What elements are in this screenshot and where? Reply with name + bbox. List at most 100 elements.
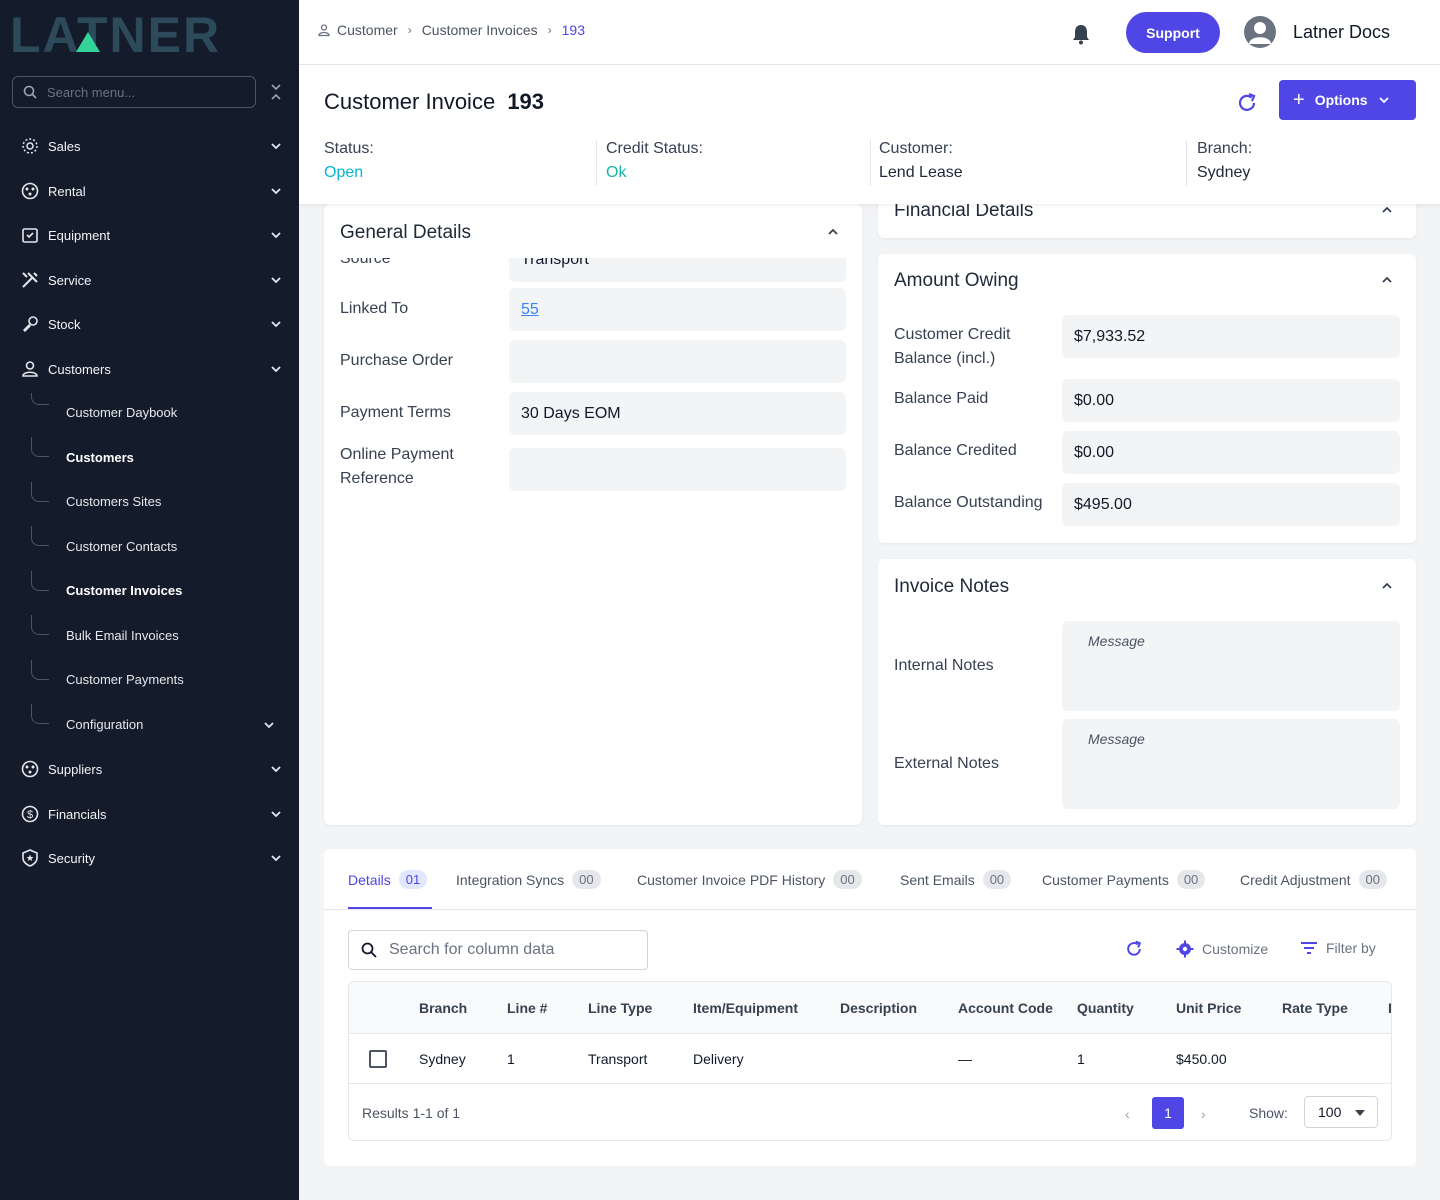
customer-value[interactable]: Lend Lease <box>879 164 963 182</box>
user-icon <box>318 24 330 37</box>
general-details-scroll[interactable]: Source Transport Linked To 55 Purchase O… <box>324 258 862 558</box>
tab-customer-invoice-pdf-history[interactable]: Customer Invoice PDF History 00 <box>637 870 862 889</box>
chevron-up-icon[interactable] <box>1380 579 1394 593</box>
column-header-branch[interactable]: Branch <box>419 1000 467 1016</box>
column-header-quantity[interactable]: Quantity <box>1077 1000 1134 1016</box>
column-header-account-code[interactable]: Account Code <box>958 1000 1053 1016</box>
chevron-left-icon[interactable]: ‹ <box>1125 1106 1130 1122</box>
sidebar-item-sales[interactable]: Sales <box>0 126 299 166</box>
chevron-right-icon[interactable]: › <box>1201 1106 1206 1122</box>
breadcrumb: Customer › Customer Invoices › 193 <box>317 22 585 38</box>
tab-label: Sent Emails <box>900 871 975 888</box>
tree-connector <box>31 437 49 457</box>
search-icon <box>23 85 37 99</box>
external-notes-field[interactable]: Message <box>1062 719 1400 809</box>
sidebar-item-equipment[interactable]: Equipment <box>0 215 299 255</box>
cell-item-equipment: Delivery <box>693 1051 744 1067</box>
support-button[interactable]: Support <box>1126 12 1220 53</box>
table-search-input[interactable]: Search for column data <box>348 930 648 970</box>
chevron-down-icon <box>271 811 281 818</box>
refresh-icon[interactable] <box>1124 939 1144 959</box>
page-number-button[interactable]: 1 <box>1152 1097 1184 1129</box>
user-name[interactable]: Latner Docs <box>1293 22 1390 43</box>
tree-connector <box>31 615 49 635</box>
column-header-line-number[interactable]: Line # <box>507 1000 547 1016</box>
general-details-card: General Details Source Transport Linked … <box>324 204 862 825</box>
customize-label: Customize <box>1202 941 1269 957</box>
sidebar-subitem-customers-sites[interactable]: Customers Sites <box>66 494 161 514</box>
sidebar-item-service[interactable]: Service <box>0 260 299 300</box>
chevron-up-icon[interactable] <box>1380 273 1394 287</box>
options-label: Options <box>1314 92 1368 108</box>
linked-to-link[interactable]: 55 <box>521 301 539 319</box>
sidebar-subitem-customers[interactable]: Customers <box>66 450 134 470</box>
sidebar-item-customers[interactable]: Customers <box>0 349 299 389</box>
filter-by-button[interactable]: Filter by <box>1300 940 1376 956</box>
sidebar-item-label: Stock <box>48 316 81 332</box>
purchase-order-field[interactable] <box>509 340 846 383</box>
collapse-sidebar-icon[interactable] <box>268 82 284 102</box>
column-header-rate-type[interactable]: Rate Type <box>1282 1000 1348 1016</box>
options-button[interactable]: + Options <box>1279 80 1416 120</box>
customize-button[interactable]: Customize <box>1176 940 1268 958</box>
balance-paid-field: $0.00 <box>1062 379 1400 422</box>
internal-notes-field[interactable]: Message <box>1062 621 1400 711</box>
page-title: Customer Invoice 193 <box>324 89 544 115</box>
column-header-overflow[interactable]: I <box>1388 1000 1391 1016</box>
tab-details[interactable]: Details 01 <box>348 870 428 889</box>
amount-owing-card: Amount Owing Customer Credit Balance (in… <box>878 254 1416 543</box>
linked-to-field[interactable]: 55 <box>509 288 846 331</box>
tab-customer-payments[interactable]: Customer Payments 00 <box>1042 870 1206 889</box>
source-field[interactable]: Transport <box>509 258 846 282</box>
sidebar-item-security[interactable]: Security <box>0 838 299 878</box>
stock-icon <box>20 314 40 334</box>
sidebar-item-financials[interactable]: $ Financials <box>0 794 299 834</box>
column-header-unit-price[interactable]: Unit Price <box>1176 1000 1241 1016</box>
invoice-notes-title: Invoice Notes <box>894 576 1010 597</box>
online-payment-reference-label: Online Payment Reference <box>340 443 454 491</box>
page-title-text: Customer Invoice <box>324 89 496 114</box>
sidebar-item-stock[interactable]: Stock <box>0 304 299 344</box>
branch-field: Branch: Sydney <box>1197 140 1252 182</box>
plus-icon: + <box>1293 88 1305 111</box>
sidebar-subitem-configuration[interactable]: Configuration <box>66 717 143 737</box>
tab-sent-emails[interactable]: Sent Emails 00 <box>900 870 1012 889</box>
tabs-divider <box>324 909 1416 910</box>
breadcrumb-customer-invoices[interactable]: Customer Invoices <box>422 22 538 38</box>
sidebar-item-label: Rental <box>48 183 86 199</box>
payment-terms-field[interactable]: 30 Days EOM <box>509 392 846 435</box>
bell-icon[interactable] <box>1071 23 1091 45</box>
chevron-up-icon[interactable] <box>1380 203 1394 217</box>
sidebar-subitem-customer-invoices[interactable]: Customer Invoices <box>66 583 182 603</box>
sidebar-item-suppliers[interactable]: Suppliers <box>0 749 299 789</box>
breadcrumb-customer[interactable]: Customer <box>337 22 398 38</box>
sidebar-subitem-bulk-email-invoices[interactable]: Bulk Email Invoices <box>66 628 179 648</box>
customer-field: Customer: Lend Lease <box>879 140 963 182</box>
sidebar-subitem-customer-daybook[interactable]: Customer Daybook <box>66 405 177 425</box>
sidebar-item-rental[interactable]: Rental <box>0 171 299 211</box>
column-header-item-equipment[interactable]: Item/Equipment <box>693 1000 798 1016</box>
tab-label: Integration Syncs <box>456 871 565 888</box>
online-payment-reference-field[interactable] <box>509 448 846 491</box>
table-row[interactable]: Sydney 1 Transport Delivery — 1 $450.00 <box>349 1034 1391 1084</box>
column-header-description[interactable]: Description <box>840 1000 917 1016</box>
avatar[interactable] <box>1244 16 1276 48</box>
equipment-icon <box>20 225 40 245</box>
page-size-select[interactable]: 100 <box>1304 1096 1378 1128</box>
tab-integration-syncs[interactable]: Integration Syncs 00 <box>456 870 601 889</box>
online-payment-label-line1: Online Payment <box>340 446 454 463</box>
table-header-row: Branch Line # Line Type Item/Equipment D… <box>349 982 1391 1034</box>
sidebar-subitem-customer-payments[interactable]: Customer Payments <box>66 672 184 692</box>
refresh-icon[interactable] <box>1235 91 1259 115</box>
breadcrumb-separator-icon: › <box>407 23 412 37</box>
chevron-down-icon <box>271 321 281 328</box>
chevron-up-icon[interactable] <box>826 225 840 239</box>
column-header-line-type[interactable]: Line Type <box>588 1000 652 1016</box>
latner-logo[interactable]: LATNER <box>10 8 280 58</box>
chevron-down-icon[interactable] <box>262 718 276 732</box>
tab-label: Details <box>348 871 391 888</box>
sidebar-subitem-customer-contacts[interactable]: Customer Contacts <box>66 539 177 559</box>
sidebar-search[interactable]: Search menu... <box>12 76 256 108</box>
tab-credit-adjustment[interactable]: Credit Adjustment 00 <box>1240 870 1387 889</box>
row-select-checkbox[interactable] <box>369 1050 387 1068</box>
